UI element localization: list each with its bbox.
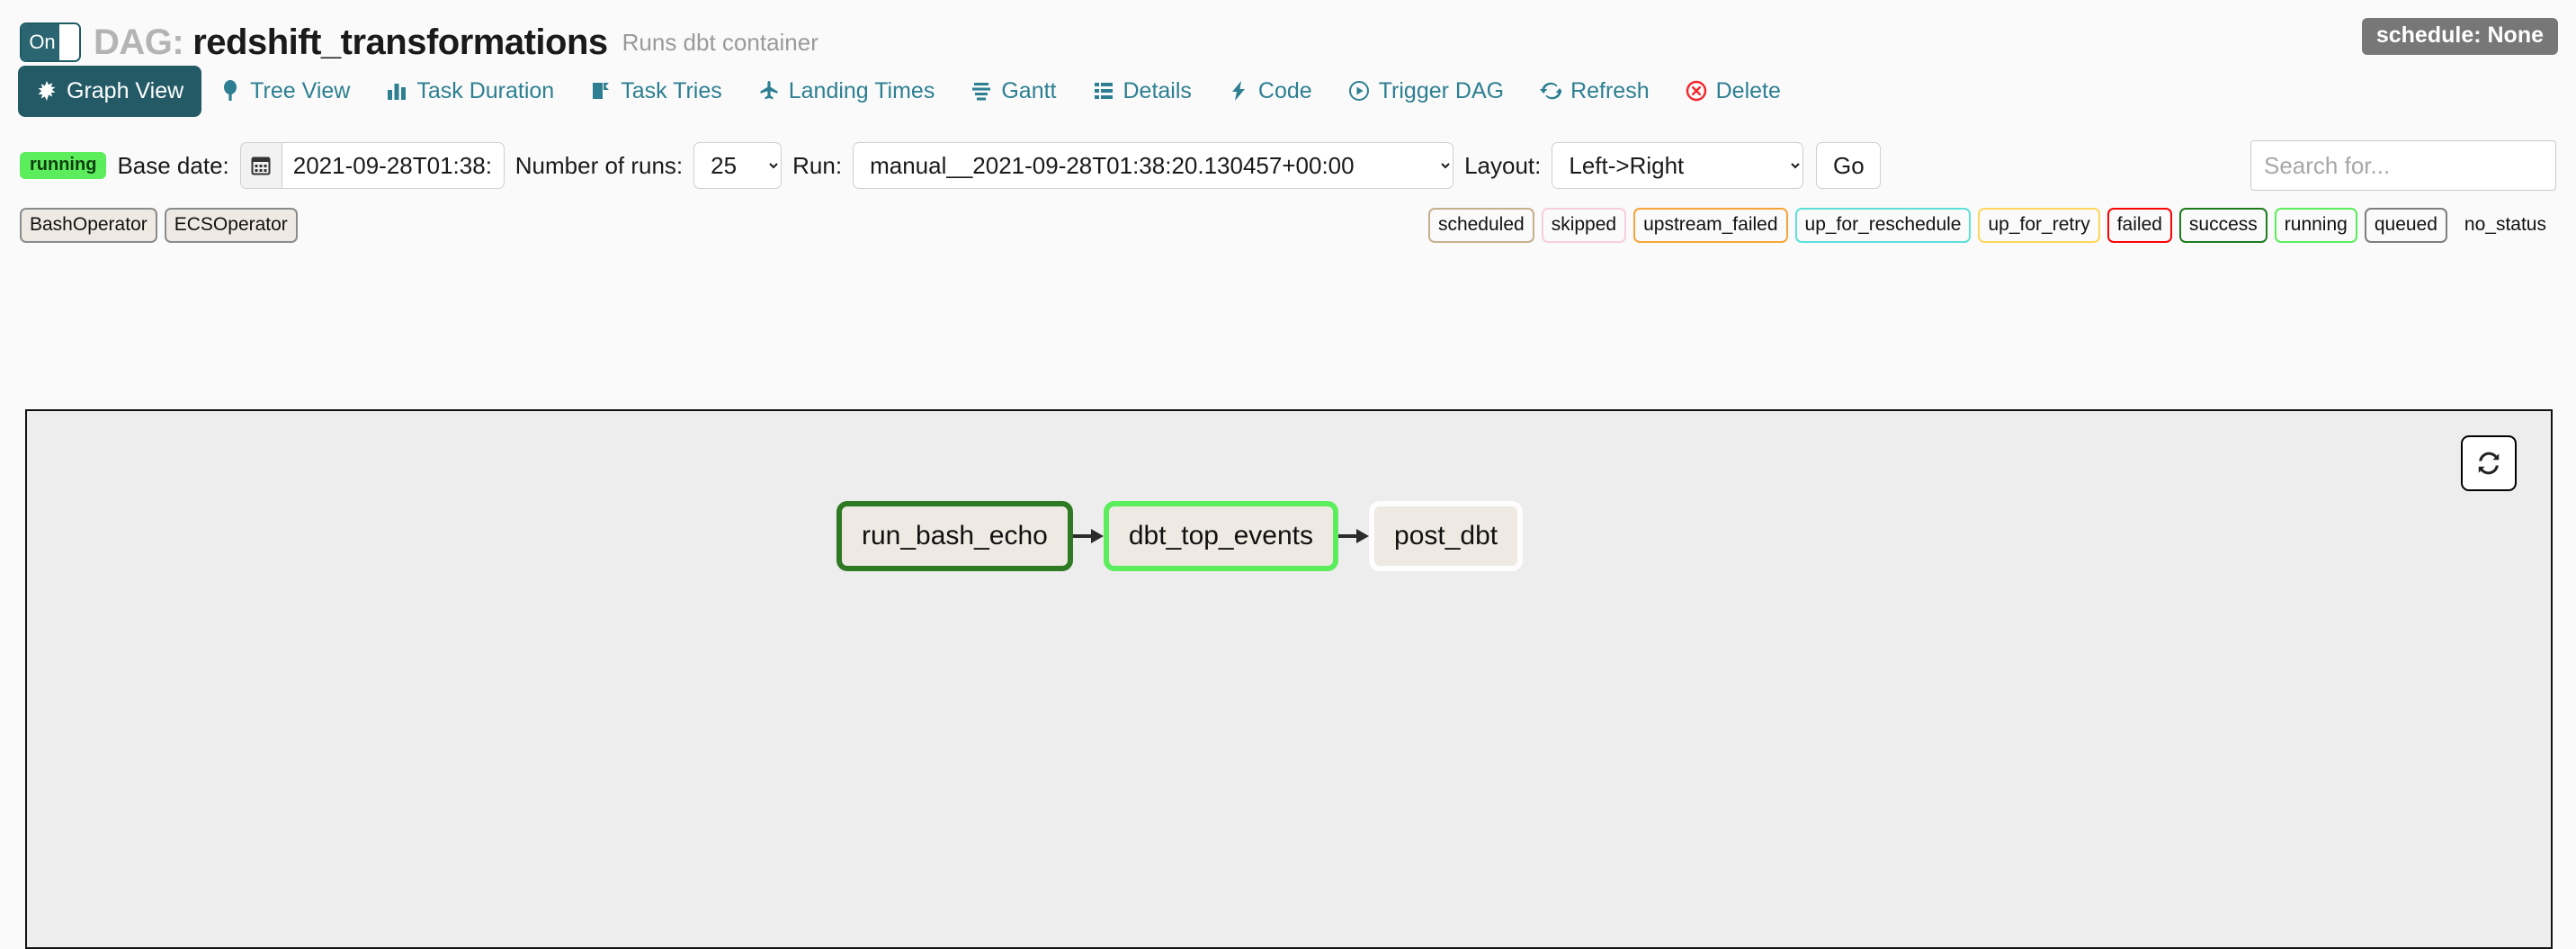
status-legend-badge[interactable]: scheduled [1427, 207, 1534, 243]
dag-toggle-label: On [22, 24, 63, 60]
status-legend-badge[interactable]: running [2274, 207, 2357, 243]
tab-label: Task Tries [621, 77, 722, 103]
tab-tree-view[interactable]: Tree View [201, 66, 368, 117]
operator-legend-badge[interactable]: BashOperator [20, 207, 157, 243]
number-of-runs-select[interactable]: 52550100365 [693, 142, 783, 189]
tab-label: Landing Times [788, 77, 935, 103]
delete-circle-icon [1686, 80, 1707, 102]
status-legend-badge[interactable]: upstream_failed [1633, 207, 1788, 243]
tab-label: Details [1123, 77, 1192, 103]
tab-task-tries[interactable]: Task Tries [572, 66, 740, 117]
tab-graph-view[interactable]: Graph View [18, 65, 202, 117]
dag-node-row: run_bash_echo dbt_top_events post_dbt [836, 501, 1524, 571]
tab-gantt[interactable]: Gantt [953, 66, 1074, 117]
number-of-runs-label: Number of runs: [514, 151, 684, 179]
go-button[interactable]: Go [1816, 142, 1882, 189]
dag-prefix-label: DAG: [94, 22, 184, 62]
tab-label: Gantt [1001, 77, 1057, 103]
refresh-icon [2478, 452, 2500, 475]
tab-label: Delete [1715, 77, 1781, 103]
tab-label: Task Duration [416, 77, 555, 103]
play-circle-icon [1348, 80, 1370, 102]
tab-delete[interactable]: Delete [1668, 66, 1799, 117]
bolt-icon [1228, 80, 1249, 102]
filter-toolbar: running Base date: Number of runs: 52550… [0, 140, 2576, 191]
page-title: redshift_transformations [192, 22, 608, 62]
layout-label: Layout: [1464, 151, 1542, 179]
dag-toggle-knob [59, 24, 79, 60]
tab-label: Trigger DAG [1378, 77, 1505, 103]
bar-chart-icon [386, 80, 407, 102]
base-date-input[interactable] [281, 142, 505, 189]
dag-node-post_dbt[interactable]: post_dbt [1369, 501, 1524, 571]
asterisk-icon [36, 80, 58, 102]
dag-nav-tabs: Graph View Tree View Task Duration Task … [0, 63, 2576, 119]
dag-node-run_bash_echo[interactable]: run_bash_echo [836, 501, 1073, 571]
flag-icon [590, 80, 612, 102]
calendar-icon[interactable] [239, 142, 282, 189]
tab-details[interactable]: Details [1075, 66, 1210, 117]
layout-select[interactable]: Left->RightRight->LeftTop->BottomBottom-… [1552, 142, 1804, 189]
list-icon [1093, 80, 1114, 102]
tab-trigger-dag[interactable]: Trigger DAG [1330, 66, 1522, 117]
status-legend-badge[interactable]: success [2178, 207, 2267, 243]
status-legend-badge[interactable]: up_for_reschedule [1794, 207, 1972, 243]
dag-graph-canvas[interactable]: run_bash_echo dbt_top_events post_dbt [25, 409, 2553, 949]
legend-row: BashOperator ECSOperator scheduled skipped… [0, 207, 2576, 243]
status-badge: running [20, 152, 107, 179]
graph-refresh-button[interactable] [2461, 435, 2517, 491]
tab-refresh[interactable]: Refresh [1522, 66, 1668, 117]
operator-legend-badge[interactable]: ECSOperator [164, 207, 298, 243]
run-select[interactable]: manual__2021-09-28T01:38:20.130457+00:00 [853, 142, 1454, 189]
tree-icon [219, 80, 241, 102]
dag-pause-toggle[interactable]: On [20, 22, 81, 62]
dag-description: Runs dbt container [622, 28, 818, 56]
refresh-icon [1540, 80, 1562, 102]
dag-header: On DAG: redshift_transformations Runs db… [0, 0, 2576, 62]
base-date-label: Base date: [117, 151, 229, 179]
dag-node-dbt_top_events[interactable]: dbt_top_events [1103, 501, 1339, 571]
tab-label: Graph View [67, 77, 184, 103]
status-legend-badge: no_status [2454, 207, 2556, 243]
run-label: Run: [792, 151, 843, 179]
dag-edge [1072, 526, 1104, 546]
status-legend-badge[interactable]: queued [2364, 207, 2447, 243]
status-legend-badge[interactable]: up_for_retry [1978, 207, 2100, 243]
tab-landing-times[interactable]: Landing Times [740, 66, 953, 117]
search-input[interactable] [2250, 140, 2556, 191]
dag-edge [1338, 526, 1370, 546]
tab-label: Code [1257, 77, 1312, 103]
schedule-badge: schedule: None [2361, 18, 2558, 55]
plane-icon [758, 80, 780, 102]
status-legend: scheduled skipped upstream_failed up_for_re… [1427, 207, 2556, 243]
status-legend-badge[interactable]: failed [2106, 207, 2172, 243]
tab-task-duration[interactable]: Task Duration [368, 66, 572, 117]
tab-label: Tree View [250, 77, 351, 103]
tab-code[interactable]: Code [1210, 66, 1330, 117]
operator-legend: BashOperator ECSOperator [20, 207, 298, 243]
tab-label: Refresh [1570, 77, 1650, 103]
gantt-icon [970, 80, 992, 102]
status-legend-badge[interactable]: skipped [1541, 207, 1627, 243]
base-date-input-group [239, 142, 505, 189]
